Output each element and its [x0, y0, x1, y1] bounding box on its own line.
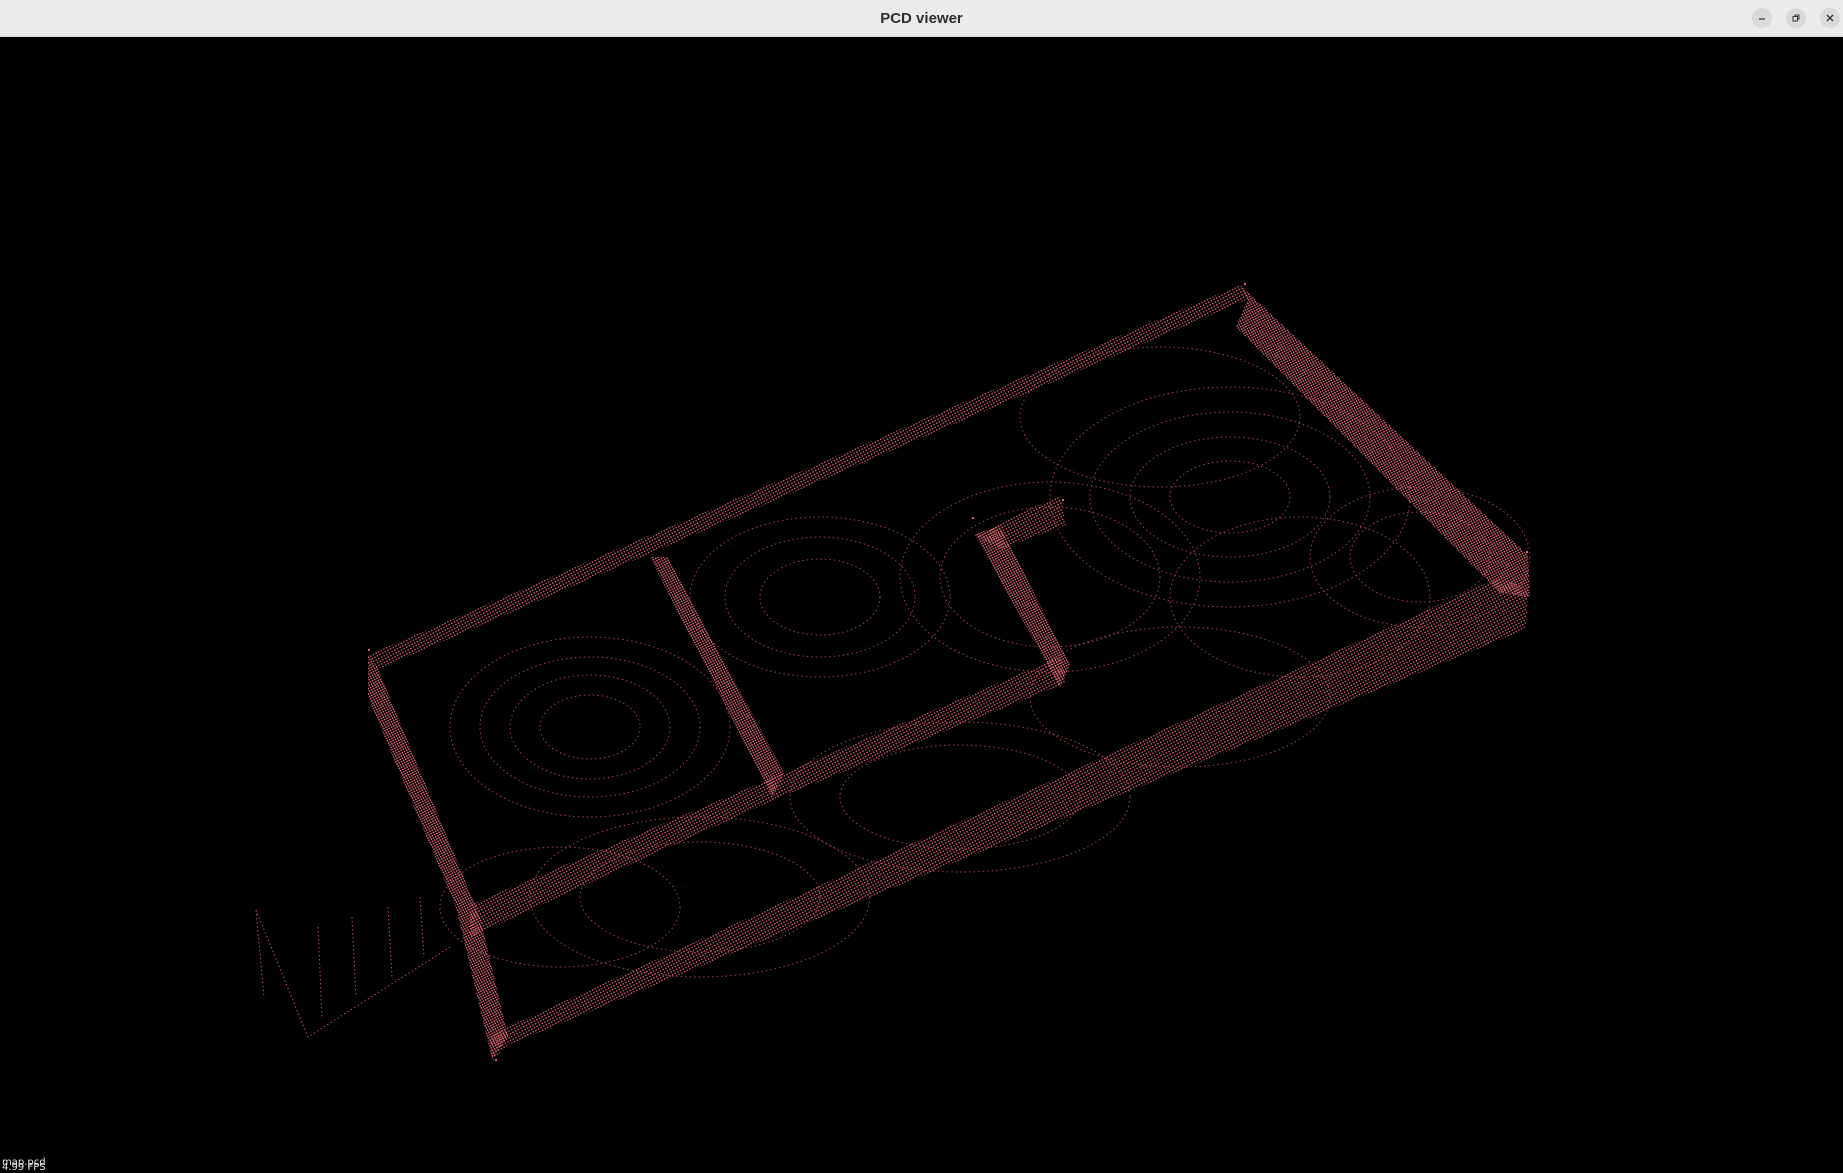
outer-wall-right	[1236, 285, 1530, 597]
outer-wall-top	[368, 285, 1248, 669]
pcd-viewer-window: PCD viewer map.pcd 4.99 FPS	[0, 0, 1843, 1173]
point-cloud-viewport[interactable]: map.pcd 4.99 FPS	[0, 37, 1843, 1173]
outer-wall-bottom	[490, 577, 1528, 1061]
minimize-icon	[1757, 13, 1767, 23]
fps-label: 4.99 FPS	[2, 1162, 46, 1173]
title-bar[interactable]: PCD viewer	[0, 0, 1843, 37]
left-fragment	[255, 896, 451, 1038]
corridor-wall	[470, 657, 1066, 937]
close-button[interactable]	[1820, 8, 1840, 28]
window-title: PCD viewer	[880, 10, 963, 27]
outer-wall-left	[368, 655, 508, 1059]
close-icon	[1825, 13, 1835, 23]
divider-wall-1	[650, 557, 784, 797]
restore-icon	[1791, 13, 1801, 23]
divider-wall-2	[975, 525, 1070, 687]
divider-wall-2-top	[975, 495, 1066, 549]
minimize-button[interactable]	[1752, 8, 1772, 28]
maximize-button[interactable]	[1786, 8, 1806, 28]
point-cloud-render	[255, 283, 1531, 1061]
